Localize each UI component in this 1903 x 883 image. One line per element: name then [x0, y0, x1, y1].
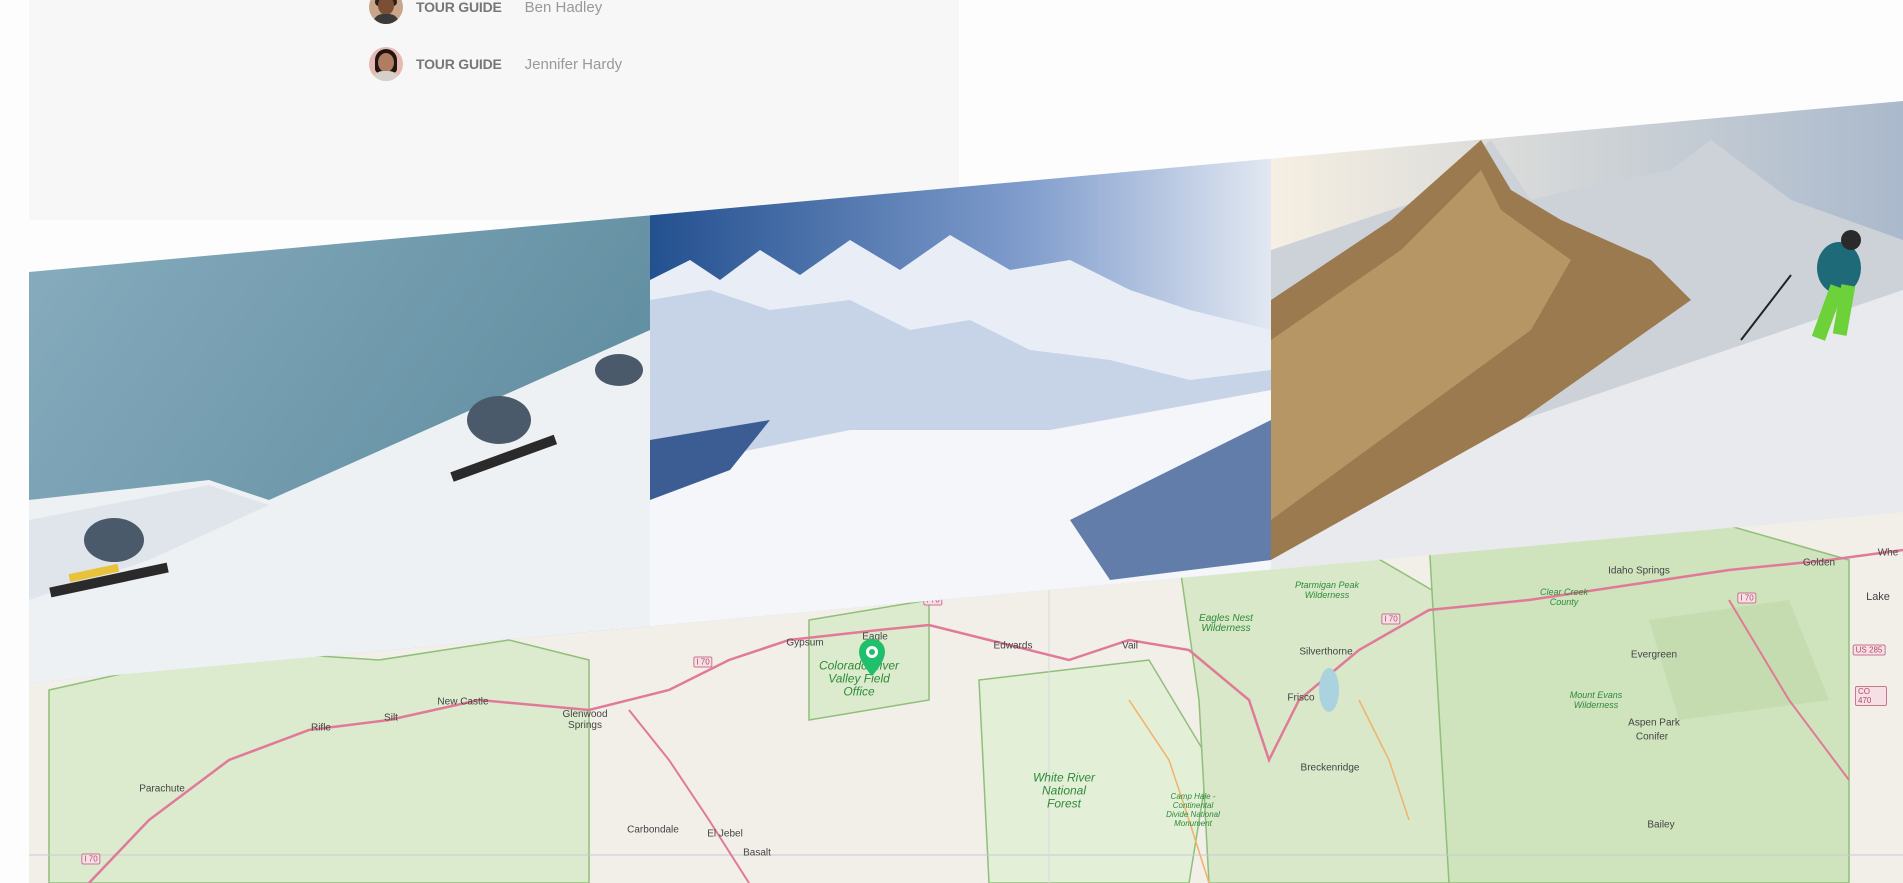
map-place-label: Carbondale	[627, 824, 679, 836]
map-place-label: Evergreen	[1630, 649, 1678, 661]
guide-row: Tour guide Ben Hadley	[369, 0, 602, 24]
map-place-label: Whe	[1877, 547, 1899, 559]
map-place-label: Silt	[384, 712, 398, 724]
map-place-label: Vail	[1122, 640, 1138, 652]
map-place-label: Breckenridge	[1300, 762, 1360, 774]
road-shield: I 70	[81, 853, 101, 865]
man-avatar	[369, 0, 403, 24]
map-area-label: Mount Evans Wilderness	[1569, 690, 1623, 710]
map-place-label: Silverthorne	[1299, 646, 1353, 658]
map-place-label: Golden	[1802, 557, 1836, 569]
guide-role-label: Tour guide	[416, 56, 502, 72]
guide-name: Jennifer Hardy	[524, 55, 623, 73]
map-place-label: Edwards	[993, 640, 1033, 652]
tour-guides-section: Tour guide Ben Hadley Tour guide Jennife…	[29, 0, 959, 220]
map-area-label: Ptarmigan Peak Wilderness	[1294, 580, 1360, 600]
map-place-label: Parachute	[139, 783, 185, 795]
map-place-label: Idaho Springs	[1608, 565, 1670, 577]
road-shield: I 70	[693, 656, 713, 668]
woman-avatar	[369, 47, 403, 81]
map-area-label: Camp Hale - Continental Divide National …	[1166, 792, 1220, 828]
map-place-label: Conifer	[1635, 731, 1669, 743]
location-pin-icon[interactable]	[857, 638, 887, 678]
map-area-label: White River National Forest	[1032, 770, 1095, 811]
map-place-label: Lake	[1866, 591, 1890, 603]
guide-row: Tour guide Jennifer Hardy	[369, 47, 622, 81]
map-place-label: Frisco	[1287, 692, 1315, 704]
road-shield: US 285	[1852, 644, 1886, 656]
map-place-label: Aspen Park	[1628, 717, 1680, 729]
road-shield: I 70	[1381, 613, 1401, 625]
map-place-label: New Castle	[437, 696, 489, 708]
map-area-label: Eagles Nest Wilderness	[1199, 613, 1253, 634]
guide-name: Ben Hadley	[524, 0, 603, 16]
road-shield: I 70	[1737, 592, 1757, 604]
map-area-label: Clear Creek County	[1539, 587, 1588, 607]
map-place-label: Glenwood Springs	[562, 709, 608, 731]
map-place-label: Rifle	[310, 722, 332, 734]
map-place-label: Gypsum	[786, 637, 824, 649]
road-shield: CO 470	[1855, 686, 1887, 706]
tour-page: Tour guide Ben Hadley Tour guide Jennife…	[29, 0, 1903, 883]
map-place-label: El Jebel	[707, 828, 743, 840]
map-place-label: Basalt	[743, 847, 771, 859]
guide-role-label: Tour guide	[416, 0, 502, 15]
map-place-label: Bailey	[1647, 819, 1675, 831]
